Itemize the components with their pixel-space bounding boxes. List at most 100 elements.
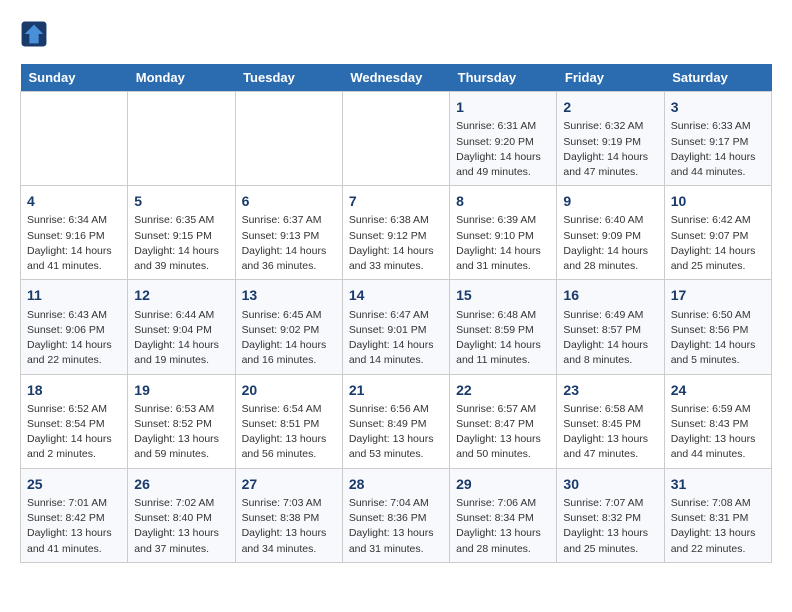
calendar-week-5: 25Sunrise: 7:01 AM Sunset: 8:42 PM Dayli… bbox=[21, 468, 772, 562]
calendar-week-3: 11 Sunrise: 6:43 AM Sunset: 9:06 PM Dayli… bbox=[21, 280, 772, 374]
day-number: 3 bbox=[671, 97, 765, 117]
day-info: Sunrise: 6:47 AM Sunset: 9:01 PM Dayligh… bbox=[349, 308, 443, 369]
day-number: 23 bbox=[563, 380, 657, 400]
day-info: Sunrise: 6:49 AM Sunset: 8:57 PM Dayligh… bbox=[563, 308, 657, 369]
day-info: Sunrise: 7:08 AM Sunset: 8:31 PM Dayligh… bbox=[671, 496, 765, 557]
col-header-thursday: Thursday bbox=[450, 64, 557, 92]
day-number: 7 bbox=[349, 191, 443, 211]
day-info: Sunrise: 6:39 AM Sunset: 9:10 PM Dayligh… bbox=[456, 213, 550, 274]
day-info: Sunrise: 6:31 AM Sunset: 9:20 PM Dayligh… bbox=[456, 119, 550, 180]
calendar-cell bbox=[342, 92, 449, 186]
calendar-header: SundayMondayTuesdayWednesdayThursdayFrid… bbox=[21, 64, 772, 92]
day-number: 19 bbox=[134, 380, 228, 400]
day-info: Sunrise: 7:04 AM Sunset: 8:36 PM Dayligh… bbox=[349, 496, 443, 557]
day-number: 13 bbox=[242, 285, 336, 305]
day-number: 29 bbox=[456, 474, 550, 494]
calendar-cell: 31Sunrise: 7:08 AM Sunset: 8:31 PM Dayli… bbox=[664, 468, 771, 562]
day-number: 17 bbox=[671, 285, 765, 305]
day-info: Sunrise: 6:58 AM Sunset: 8:45 PM Dayligh… bbox=[563, 402, 657, 463]
day-number: 6 bbox=[242, 191, 336, 211]
calendar-cell bbox=[128, 92, 235, 186]
calendar-cell: 23Sunrise: 6:58 AM Sunset: 8:45 PM Dayli… bbox=[557, 374, 664, 468]
day-number: 5 bbox=[134, 191, 228, 211]
day-number: 8 bbox=[456, 191, 550, 211]
calendar-cell: 28Sunrise: 7:04 AM Sunset: 8:36 PM Dayli… bbox=[342, 468, 449, 562]
calendar-cell: 1Sunrise: 6:31 AM Sunset: 9:20 PM Daylig… bbox=[450, 92, 557, 186]
day-number: 21 bbox=[349, 380, 443, 400]
day-number: 4 bbox=[27, 191, 121, 211]
calendar-cell: 25Sunrise: 7:01 AM Sunset: 8:42 PM Dayli… bbox=[21, 468, 128, 562]
calendar-cell: 24Sunrise: 6:59 AM Sunset: 8:43 PM Dayli… bbox=[664, 374, 771, 468]
day-info: Sunrise: 6:54 AM Sunset: 8:51 PM Dayligh… bbox=[242, 402, 336, 463]
logo bbox=[20, 20, 54, 48]
calendar-cell: 18Sunrise: 6:52 AM Sunset: 8:54 PM Dayli… bbox=[21, 374, 128, 468]
day-number: 24 bbox=[671, 380, 765, 400]
calendar-cell: 8Sunrise: 6:39 AM Sunset: 9:10 PM Daylig… bbox=[450, 186, 557, 280]
calendar-cell bbox=[235, 92, 342, 186]
calendar-cell: 15Sunrise: 6:48 AM Sunset: 8:59 PM Dayli… bbox=[450, 280, 557, 374]
day-info: Sunrise: 7:03 AM Sunset: 8:38 PM Dayligh… bbox=[242, 496, 336, 557]
calendar-cell: 12 Sunrise: 6:44 AM Sunset: 9:04 PM Dayli… bbox=[128, 280, 235, 374]
calendar-cell: 17 Sunrise: 6:50 AM Sunset: 8:56 PM Dayli… bbox=[664, 280, 771, 374]
day-info: Sunrise: 6:52 AM Sunset: 8:54 PM Dayligh… bbox=[27, 402, 121, 463]
calendar-cell bbox=[21, 92, 128, 186]
day-number: 9 bbox=[563, 191, 657, 211]
day-info: Sunrise: 6:37 AM Sunset: 9:13 PM Dayligh… bbox=[242, 213, 336, 274]
day-number: 10 bbox=[671, 191, 765, 211]
day-info: Sunrise: 6:43 AM Sunset: 9:06 PM Dayligh… bbox=[27, 308, 121, 369]
calendar-cell: 11 Sunrise: 6:43 AM Sunset: 9:06 PM Dayli… bbox=[21, 280, 128, 374]
day-info: Sunrise: 6:34 AM Sunset: 9:16 PM Dayligh… bbox=[27, 213, 121, 274]
day-number: 12 bbox=[134, 285, 228, 305]
day-number: 2 bbox=[563, 97, 657, 117]
day-info: Sunrise: 6:50 AM Sunset: 8:56 PM Dayligh… bbox=[671, 308, 765, 369]
col-header-tuesday: Tuesday bbox=[235, 64, 342, 92]
day-number: 11 bbox=[27, 285, 121, 305]
calendar-cell: 5Sunrise: 6:35 AM Sunset: 9:15 PM Daylig… bbox=[128, 186, 235, 280]
calendar-cell: 16 Sunrise: 6:49 AM Sunset: 8:57 PM Dayli… bbox=[557, 280, 664, 374]
day-number: 28 bbox=[349, 474, 443, 494]
col-header-monday: Monday bbox=[128, 64, 235, 92]
day-info: Sunrise: 6:56 AM Sunset: 8:49 PM Dayligh… bbox=[349, 402, 443, 463]
day-info: Sunrise: 7:01 AM Sunset: 8:42 PM Dayligh… bbox=[27, 496, 121, 557]
day-number: 30 bbox=[563, 474, 657, 494]
day-number: 31 bbox=[671, 474, 765, 494]
day-info: Sunrise: 6:45 AM Sunset: 9:02 PM Dayligh… bbox=[242, 308, 336, 369]
day-info: Sunrise: 6:38 AM Sunset: 9:12 PM Dayligh… bbox=[349, 213, 443, 274]
day-info: Sunrise: 7:06 AM Sunset: 8:34 PM Dayligh… bbox=[456, 496, 550, 557]
calendar-cell: 10Sunrise: 6:42 AM Sunset: 9:07 PM Dayli… bbox=[664, 186, 771, 280]
page-header bbox=[20, 20, 772, 48]
col-header-friday: Friday bbox=[557, 64, 664, 92]
calendar-cell: 14 Sunrise: 6:47 AM Sunset: 9:01 PM Dayli… bbox=[342, 280, 449, 374]
calendar-cell: 3Sunrise: 6:33 AM Sunset: 9:17 PM Daylig… bbox=[664, 92, 771, 186]
logo-icon bbox=[20, 20, 48, 48]
calendar-cell: 7Sunrise: 6:38 AM Sunset: 9:12 PM Daylig… bbox=[342, 186, 449, 280]
day-info: Sunrise: 7:07 AM Sunset: 8:32 PM Dayligh… bbox=[563, 496, 657, 557]
calendar-week-4: 18Sunrise: 6:52 AM Sunset: 8:54 PM Dayli… bbox=[21, 374, 772, 468]
calendar-cell: 19Sunrise: 6:53 AM Sunset: 8:52 PM Dayli… bbox=[128, 374, 235, 468]
day-number: 26 bbox=[134, 474, 228, 494]
day-number: 15 bbox=[456, 285, 550, 305]
calendar-cell: 6Sunrise: 6:37 AM Sunset: 9:13 PM Daylig… bbox=[235, 186, 342, 280]
calendar-cell: 13 Sunrise: 6:45 AM Sunset: 9:02 PM Dayli… bbox=[235, 280, 342, 374]
day-number: 18 bbox=[27, 380, 121, 400]
day-info: Sunrise: 6:35 AM Sunset: 9:15 PM Dayligh… bbox=[134, 213, 228, 274]
day-number: 20 bbox=[242, 380, 336, 400]
day-info: Sunrise: 6:57 AM Sunset: 8:47 PM Dayligh… bbox=[456, 402, 550, 463]
calendar-cell: 22Sunrise: 6:57 AM Sunset: 8:47 PM Dayli… bbox=[450, 374, 557, 468]
day-number: 25 bbox=[27, 474, 121, 494]
day-info: Sunrise: 6:59 AM Sunset: 8:43 PM Dayligh… bbox=[671, 402, 765, 463]
calendar-week-1: 1Sunrise: 6:31 AM Sunset: 9:20 PM Daylig… bbox=[21, 92, 772, 186]
calendar-week-2: 4Sunrise: 6:34 AM Sunset: 9:16 PM Daylig… bbox=[21, 186, 772, 280]
day-info: Sunrise: 6:44 AM Sunset: 9:04 PM Dayligh… bbox=[134, 308, 228, 369]
calendar-cell: 30Sunrise: 7:07 AM Sunset: 8:32 PM Dayli… bbox=[557, 468, 664, 562]
day-number: 16 bbox=[563, 285, 657, 305]
day-info: Sunrise: 6:42 AM Sunset: 9:07 PM Dayligh… bbox=[671, 213, 765, 274]
calendar-cell: 2Sunrise: 6:32 AM Sunset: 9:19 PM Daylig… bbox=[557, 92, 664, 186]
day-info: Sunrise: 6:33 AM Sunset: 9:17 PM Dayligh… bbox=[671, 119, 765, 180]
col-header-wednesday: Wednesday bbox=[342, 64, 449, 92]
day-info: Sunrise: 6:40 AM Sunset: 9:09 PM Dayligh… bbox=[563, 213, 657, 274]
day-info: Sunrise: 6:32 AM Sunset: 9:19 PM Dayligh… bbox=[563, 119, 657, 180]
day-number: 14 bbox=[349, 285, 443, 305]
day-info: Sunrise: 6:53 AM Sunset: 8:52 PM Dayligh… bbox=[134, 402, 228, 463]
calendar-cell: 4Sunrise: 6:34 AM Sunset: 9:16 PM Daylig… bbox=[21, 186, 128, 280]
